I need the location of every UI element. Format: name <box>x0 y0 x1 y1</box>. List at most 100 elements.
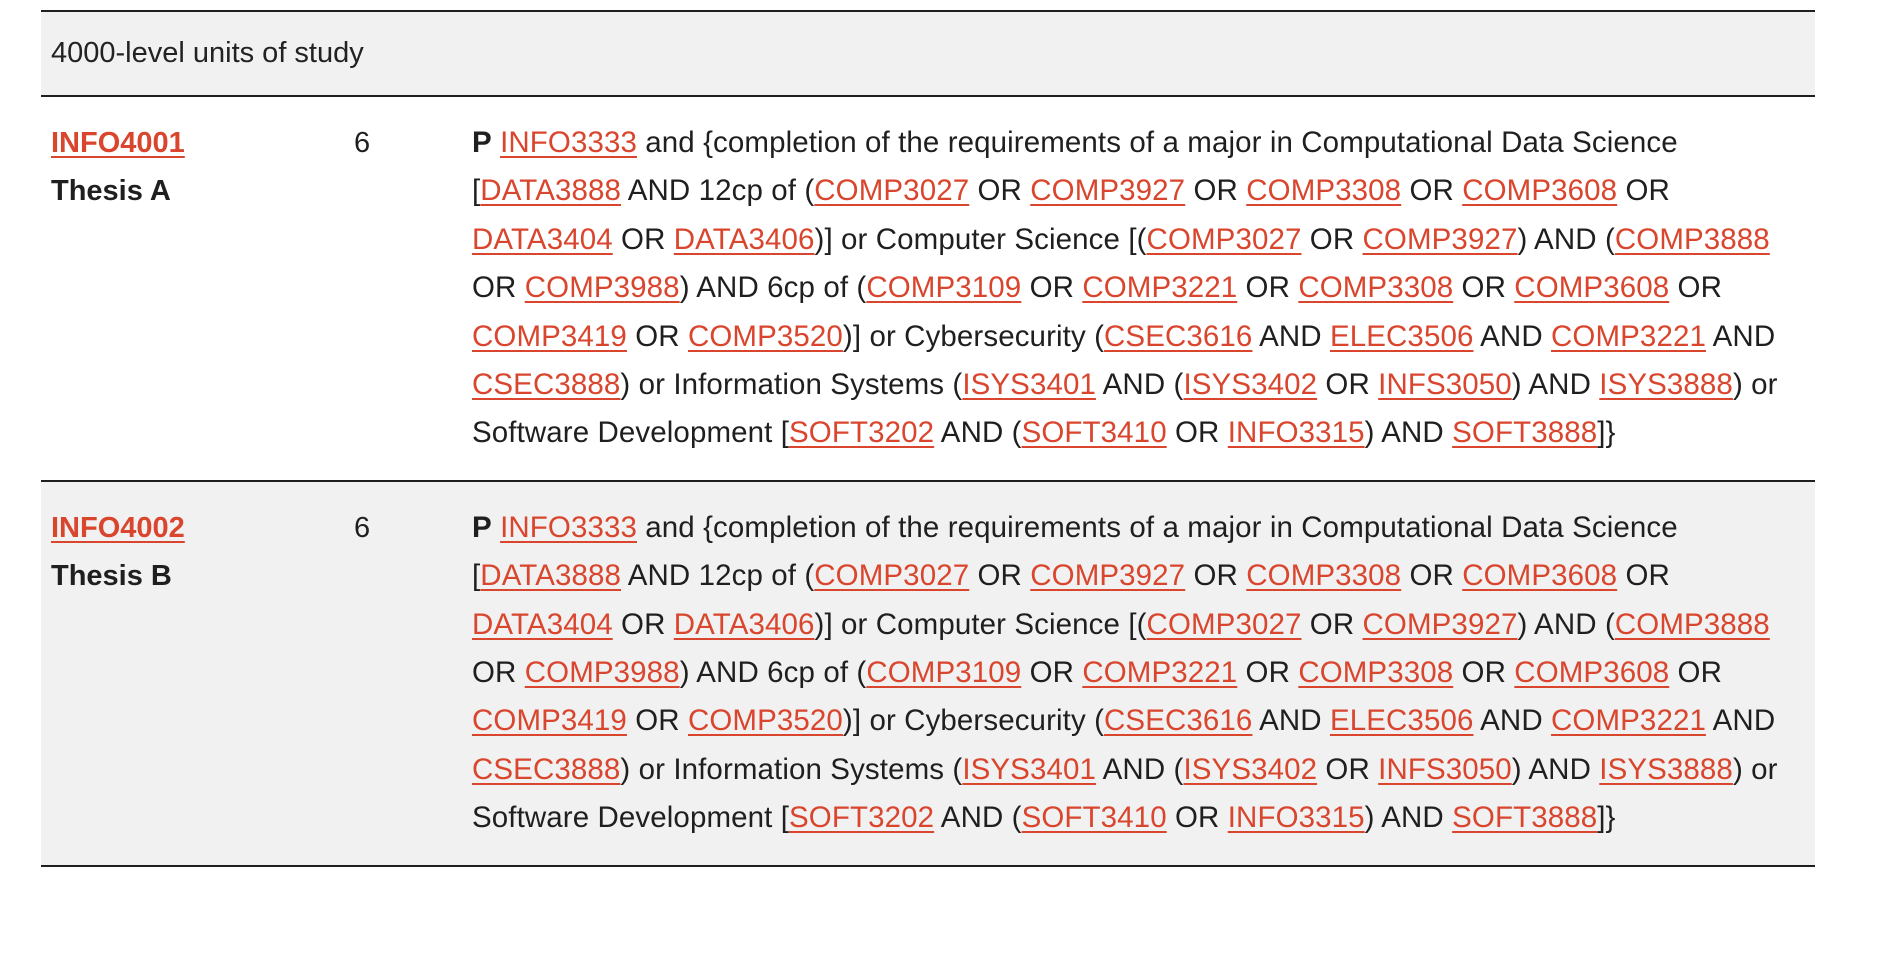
unit-code-link[interactable]: DATA3888 <box>480 559 621 592</box>
unit-code-link[interactable]: COMP3221 <box>1551 704 1706 737</box>
requirement-text: AND <box>1473 319 1552 353</box>
unit-code-link[interactable]: COMP3027 <box>1147 608 1302 641</box>
unit-code-link[interactable]: ISYS3402 <box>1183 368 1317 401</box>
unit-code-link[interactable]: ELEC3506 <box>1330 704 1474 737</box>
requirement-text: OR <box>1401 559 1463 593</box>
unit-code-link[interactable]: COMP3221 <box>1551 320 1706 353</box>
unit-code-link[interactable]: COMP3888 <box>1615 223 1770 256</box>
unit-code-link[interactable]: COMP3109 <box>866 656 1021 689</box>
unit-code-link[interactable]: COMP3927 <box>1030 559 1185 592</box>
unit-code-cell: INFO4001 Thesis A <box>41 119 339 458</box>
unit-code-link[interactable]: COMP3608 <box>1462 174 1617 207</box>
requirement-prefix: P <box>472 510 492 544</box>
requirement-text: ) AND <box>1511 368 1600 402</box>
unit-code-link[interactable]: COMP3027 <box>1147 223 1302 256</box>
unit-name: Thesis B <box>51 559 172 592</box>
requirement-text: AND <box>1705 319 1776 353</box>
unit-code-link[interactable]: INFO3315 <box>1228 416 1365 449</box>
unit-code-link[interactable]: INFO4002 <box>51 504 339 552</box>
requirement-text: OR <box>1185 559 1247 593</box>
unit-code-link[interactable]: COMP3419 <box>472 704 627 737</box>
unit-code-link[interactable]: COMP3608 <box>1514 271 1669 304</box>
unit-code-link[interactable]: COMP3608 <box>1514 656 1669 689</box>
unit-code-link[interactable]: SOFT3410 <box>1022 801 1167 834</box>
unit-code-link[interactable]: DATA3406 <box>674 608 815 641</box>
unit-code-link[interactable]: INFO4001 <box>51 119 339 167</box>
unit-code-link[interactable]: COMP3308 <box>1298 271 1453 304</box>
unit-code-link[interactable]: COMP3988 <box>525 656 680 689</box>
unit-code-link[interactable]: CSEC3616 <box>1104 320 1252 353</box>
unit-code-link[interactable]: SOFT3202 <box>789 801 934 834</box>
unit-code-link[interactable]: COMP3888 <box>1615 608 1770 641</box>
section-title: 4000-level units of study <box>51 37 364 69</box>
requirement-text: OR <box>472 271 525 305</box>
unit-code-link[interactable]: COMP3520 <box>688 704 843 737</box>
unit-code-link[interactable]: COMP3520 <box>688 320 843 353</box>
requirement-text: OR <box>1401 174 1463 208</box>
unit-code-link[interactable]: SOFT3888 <box>1452 416 1597 449</box>
unit-code-link[interactable]: COMP3308 <box>1246 559 1401 592</box>
unit-code-link[interactable]: SOFT3888 <box>1452 801 1597 834</box>
requirements-text: P INFO3333 and {completion of the requir… <box>472 119 1802 458</box>
requirement-text: )] or Computer Science [( <box>814 222 1147 256</box>
requirement-text: ) AND 6cp of ( <box>679 656 867 690</box>
unit-code-link[interactable]: COMP3927 <box>1030 174 1185 207</box>
unit-code-link[interactable]: SOFT3202 <box>789 416 934 449</box>
requirement-text: OR <box>1021 271 1083 305</box>
unit-code-link[interactable]: DATA3406 <box>674 223 815 256</box>
unit-code-cell: INFO4002 Thesis B <box>41 504 339 843</box>
requirement-text: AND <box>1252 319 1330 353</box>
unit-code-link[interactable]: ISYS3402 <box>1183 753 1317 786</box>
unit-code-link[interactable]: DATA3404 <box>472 608 613 641</box>
unit-code-link[interactable]: CSEC3616 <box>1104 704 1252 737</box>
requirement-text: OR <box>1237 656 1299 690</box>
credit-points: 6 <box>354 127 371 159</box>
requirement-text: OR <box>626 319 688 353</box>
unit-code-link[interactable]: INFO3333 <box>500 511 637 544</box>
unit-code-link[interactable]: INFO3315 <box>1228 801 1365 834</box>
unit-code-link[interactable]: INFO3333 <box>500 126 637 159</box>
requirement-text: ) AND ( <box>1517 607 1615 641</box>
unit-row: INFO4002 Thesis B 6 P INFO3333 and {comp… <box>41 481 1815 867</box>
requirement-text: OR <box>1185 174 1247 208</box>
unit-code-link[interactable]: COMP3221 <box>1082 656 1237 689</box>
requirement-body: INFO3333 and {completion of the requirem… <box>472 511 1778 834</box>
requirement-text: OR <box>612 607 674 641</box>
unit-code-link[interactable]: ELEC3506 <box>1330 320 1474 353</box>
unit-code-link[interactable]: COMP3927 <box>1363 608 1518 641</box>
unit-code-link[interactable]: CSEC3888 <box>472 368 620 401</box>
requirement-text: OR <box>1453 271 1515 305</box>
unit-code-link[interactable]: ISYS3401 <box>962 753 1096 786</box>
unit-code-link[interactable]: COMP3027 <box>814 559 969 592</box>
requirement-text: ) AND 6cp of ( <box>679 271 867 305</box>
unit-code-link[interactable]: COMP3927 <box>1363 223 1518 256</box>
unit-code-link[interactable]: COMP3027 <box>814 174 969 207</box>
unit-code-link[interactable]: CSEC3888 <box>472 753 620 786</box>
unit-code-link[interactable]: COMP3221 <box>1082 271 1237 304</box>
unit-code-link[interactable]: COMP3608 <box>1462 559 1617 592</box>
requirement-text: AND <box>1252 704 1330 738</box>
unit-code-link[interactable]: COMP3109 <box>866 271 1021 304</box>
credit-points: 6 <box>354 511 371 544</box>
unit-code-link[interactable]: INFS3050 <box>1378 368 1512 401</box>
unit-code-link[interactable]: DATA3888 <box>480 174 621 207</box>
unit-code-link[interactable]: SOFT3410 <box>1022 416 1167 449</box>
requirement-text: AND 12cp of ( <box>621 559 815 593</box>
requirements-text: P INFO3333 and {completion of the requir… <box>472 504 1802 843</box>
requirement-body: INFO3333 and {completion of the requirem… <box>472 126 1778 449</box>
unit-code-link[interactable]: ISYS3401 <box>962 368 1096 401</box>
unit-row: INFO4001 Thesis A 6 P INFO3333 and {comp… <box>41 97 1815 482</box>
unit-code-link[interactable]: INFS3050 <box>1378 753 1512 786</box>
unit-code-link[interactable]: ISYS3888 <box>1599 368 1733 401</box>
requirement-text: OR <box>1669 271 1722 305</box>
requirement-text: ) AND <box>1511 752 1600 786</box>
unit-code-link[interactable]: COMP3419 <box>472 320 627 353</box>
unit-code-link[interactable]: DATA3404 <box>472 223 613 256</box>
requirement-text: OR <box>626 704 688 738</box>
unit-code-link[interactable]: ISYS3888 <box>1599 753 1733 786</box>
unit-code-link[interactable]: COMP3308 <box>1246 174 1401 207</box>
unit-code-link[interactable]: COMP3308 <box>1298 656 1453 689</box>
requirement-text: AND <box>1473 704 1552 738</box>
unit-code-link[interactable]: COMP3988 <box>525 271 680 304</box>
requirement-text: OR <box>612 222 674 256</box>
